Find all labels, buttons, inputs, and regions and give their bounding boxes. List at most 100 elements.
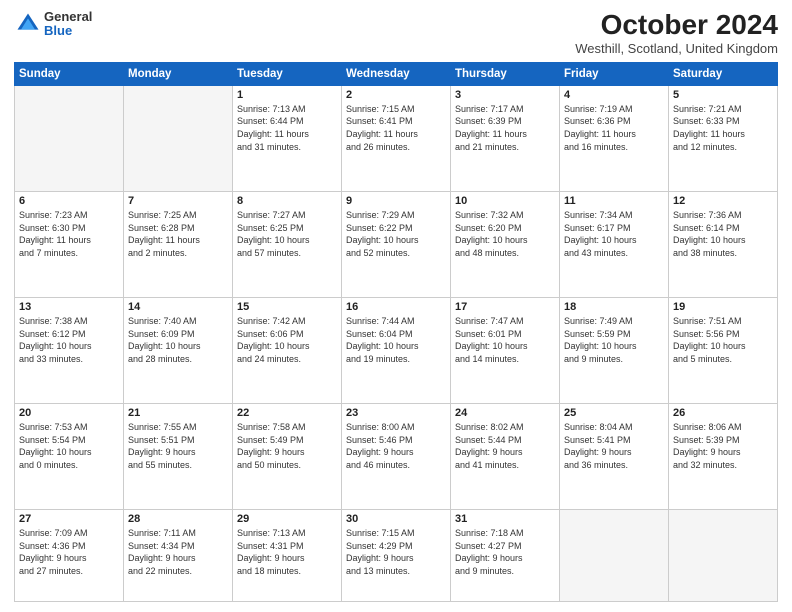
calendar-cell-w3-d5: 17Sunrise: 7:47 AMSunset: 6:01 PMDayligh… <box>451 298 560 404</box>
day-detail: Sunrise: 7:36 AMSunset: 6:14 PMDaylight:… <box>673 209 773 259</box>
calendar-cell-w4-d2: 21Sunrise: 7:55 AMSunset: 5:51 PMDayligh… <box>124 404 233 510</box>
calendar-table: Sunday Monday Tuesday Wednesday Thursday… <box>14 62 778 602</box>
header-thursday: Thursday <box>451 62 560 85</box>
day-number: 25 <box>564 407 664 419</box>
header-tuesday: Tuesday <box>233 62 342 85</box>
day-detail: Sunrise: 7:27 AMSunset: 6:25 PMDaylight:… <box>237 209 337 259</box>
day-detail: Sunrise: 8:04 AMSunset: 5:41 PMDaylight:… <box>564 421 664 471</box>
day-detail: Sunrise: 7:18 AMSunset: 4:27 PMDaylight:… <box>455 527 555 577</box>
page: General Blue October 2024 Westhill, Scot… <box>0 0 792 612</box>
calendar-cell-w1-d2 <box>124 85 233 191</box>
day-number: 26 <box>673 407 773 419</box>
day-number: 10 <box>455 195 555 207</box>
day-number: 28 <box>128 513 228 525</box>
calendar-cell-w2-d7: 12 Sunrise: 7:36 AMSunset: 6:14 PMDayligh… <box>669 191 778 297</box>
calendar-cell-w4-d3: 22 Sunrise: 7:58 AMSunset: 5:49 PMDayligh… <box>233 404 342 510</box>
day-number: 8 <box>237 195 337 207</box>
day-detail: Sunrise: 7:53 AMSunset: 5:54 PMDaylight:… <box>19 421 119 471</box>
calendar-cell-w5-d2: 28Sunrise: 7:11 AMSunset: 4:34 PMDayligh… <box>124 510 233 602</box>
calendar-week-1: 1 Sunrise: 7:13 AMSunset: 6:44 PMDaylight… <box>15 85 778 191</box>
day-number: 18 <box>564 301 664 313</box>
logo-general: General <box>44 10 92 24</box>
day-detail: Sunrise: 7:47 AMSunset: 6:01 PMDaylight:… <box>455 315 555 365</box>
calendar-cell-w3-d2: 14 Sunrise: 7:40 AMSunset: 6:09 PMDayligh… <box>124 298 233 404</box>
logo-text: General Blue <box>44 10 92 39</box>
logo-icon <box>14 10 42 38</box>
day-detail: Sunrise: 7:38 AMSunset: 6:12 PMDaylight:… <box>19 315 119 365</box>
calendar-cell-w3-d1: 13 Sunrise: 7:38 AMSunset: 6:12 PMDayligh… <box>15 298 124 404</box>
day-detail: Sunrise: 7:58 AMSunset: 5:49 PMDaylight:… <box>237 421 337 471</box>
calendar-cell-w1-d6: 4 Sunrise: 7:19 AMSunset: 6:36 PMDaylight… <box>560 85 669 191</box>
calendar-cell-w2-d4: 9Sunrise: 7:29 AMSunset: 6:22 PMDaylight… <box>342 191 451 297</box>
day-detail: Sunrise: 7:25 AMSunset: 6:28 PMDaylight:… <box>128 209 228 259</box>
calendar-week-2: 6Sunrise: 7:23 AMSunset: 6:30 PMDaylight… <box>15 191 778 297</box>
day-number: 30 <box>346 513 446 525</box>
calendar-cell-w2-d1: 6Sunrise: 7:23 AMSunset: 6:30 PMDaylight… <box>15 191 124 297</box>
calendar-cell-w4-d6: 25 Sunrise: 8:04 AMSunset: 5:41 PMDayligh… <box>560 404 669 510</box>
day-number: 11 <box>564 195 664 207</box>
calendar-cell-w4-d5: 24 Sunrise: 8:02 AMSunset: 5:44 PMDayligh… <box>451 404 560 510</box>
calendar-cell-w2-d2: 7Sunrise: 7:25 AMSunset: 6:28 PMDaylight… <box>124 191 233 297</box>
header: General Blue October 2024 Westhill, Scot… <box>14 10 778 56</box>
day-number: 4 <box>564 89 664 101</box>
day-detail: Sunrise: 7:55 AMSunset: 5:51 PMDaylight:… <box>128 421 228 471</box>
day-number: 31 <box>455 513 555 525</box>
day-detail: Sunrise: 7:32 AMSunset: 6:20 PMDaylight:… <box>455 209 555 259</box>
day-number: 24 <box>455 407 555 419</box>
header-monday: Monday <box>124 62 233 85</box>
day-detail: Sunrise: 7:15 AMSunset: 4:29 PMDaylight:… <box>346 527 446 577</box>
header-saturday: Saturday <box>669 62 778 85</box>
day-detail: Sunrise: 7:21 AMSunset: 6:33 PMDaylight:… <box>673 103 773 153</box>
day-number: 13 <box>19 301 119 313</box>
header-friday: Friday <box>560 62 669 85</box>
calendar-week-3: 13 Sunrise: 7:38 AMSunset: 6:12 PMDayligh… <box>15 298 778 404</box>
calendar-cell-w3-d3: 15 Sunrise: 7:42 AMSunset: 6:06 PMDayligh… <box>233 298 342 404</box>
calendar-header-row: Sunday Monday Tuesday Wednesday Thursday… <box>15 62 778 85</box>
main-title: October 2024 <box>575 10 778 41</box>
calendar-cell-w2-d3: 8 Sunrise: 7:27 AMSunset: 6:25 PMDaylight… <box>233 191 342 297</box>
day-number: 3 <box>455 89 555 101</box>
day-detail: Sunrise: 7:51 AMSunset: 5:56 PMDaylight:… <box>673 315 773 365</box>
day-number: 22 <box>237 407 337 419</box>
title-block: October 2024 Westhill, Scotland, United … <box>575 10 778 56</box>
logo-blue: Blue <box>44 24 92 38</box>
day-number: 29 <box>237 513 337 525</box>
day-number: 12 <box>673 195 773 207</box>
calendar-cell-w5-d7 <box>669 510 778 602</box>
day-detail: Sunrise: 7:40 AMSunset: 6:09 PMDaylight:… <box>128 315 228 365</box>
day-detail: Sunrise: 7:42 AMSunset: 6:06 PMDaylight:… <box>237 315 337 365</box>
day-detail: Sunrise: 8:02 AMSunset: 5:44 PMDaylight:… <box>455 421 555 471</box>
calendar-cell-w1-d4: 2Sunrise: 7:15 AMSunset: 6:41 PMDaylight… <box>342 85 451 191</box>
day-detail: Sunrise: 8:06 AMSunset: 5:39 PMDaylight:… <box>673 421 773 471</box>
header-wednesday: Wednesday <box>342 62 451 85</box>
subtitle: Westhill, Scotland, United Kingdom <box>575 41 778 56</box>
day-detail: Sunrise: 7:23 AMSunset: 6:30 PMDaylight:… <box>19 209 119 259</box>
day-number: 5 <box>673 89 773 101</box>
day-number: 14 <box>128 301 228 313</box>
calendar-cell-w2-d5: 10 Sunrise: 7:32 AMSunset: 6:20 PMDayligh… <box>451 191 560 297</box>
calendar-cell-w1-d7: 5 Sunrise: 7:21 AMSunset: 6:33 PMDaylight… <box>669 85 778 191</box>
calendar-cell-w4-d7: 26 Sunrise: 8:06 AMSunset: 5:39 PMDayligh… <box>669 404 778 510</box>
calendar-cell-w5-d3: 29Sunrise: 7:13 AMSunset: 4:31 PMDayligh… <box>233 510 342 602</box>
calendar-week-5: 27Sunrise: 7:09 AMSunset: 4:36 PMDayligh… <box>15 510 778 602</box>
calendar-cell-w1-d3: 1 Sunrise: 7:13 AMSunset: 6:44 PMDaylight… <box>233 85 342 191</box>
day-detail: Sunrise: 7:19 AMSunset: 6:36 PMDaylight:… <box>564 103 664 153</box>
calendar-cell-w2-d6: 11 Sunrise: 7:34 AMSunset: 6:17 PMDayligh… <box>560 191 669 297</box>
calendar-cell-w3-d4: 16Sunrise: 7:44 AMSunset: 6:04 PMDayligh… <box>342 298 451 404</box>
calendar-cell-w1-d5: 3 Sunrise: 7:17 AMSunset: 6:39 PMDaylight… <box>451 85 560 191</box>
calendar-cell-w1-d1 <box>15 85 124 191</box>
day-detail: Sunrise: 7:09 AMSunset: 4:36 PMDaylight:… <box>19 527 119 577</box>
day-number: 2 <box>346 89 446 101</box>
calendar-cell-w5-d5: 31 Sunrise: 7:18 AMSunset: 4:27 PMDayligh… <box>451 510 560 602</box>
day-number: 9 <box>346 195 446 207</box>
logo: General Blue <box>14 10 92 39</box>
day-detail: Sunrise: 7:13 AMSunset: 6:44 PMDaylight:… <box>237 103 337 153</box>
calendar-cell-w5-d4: 30 Sunrise: 7:15 AMSunset: 4:29 PMDayligh… <box>342 510 451 602</box>
calendar-cell-w3-d6: 18 Sunrise: 7:49 AMSunset: 5:59 PMDayligh… <box>560 298 669 404</box>
day-detail: Sunrise: 7:17 AMSunset: 6:39 PMDaylight:… <box>455 103 555 153</box>
day-detail: Sunrise: 7:49 AMSunset: 5:59 PMDaylight:… <box>564 315 664 365</box>
day-number: 1 <box>237 89 337 101</box>
day-number: 15 <box>237 301 337 313</box>
day-detail: Sunrise: 7:34 AMSunset: 6:17 PMDaylight:… <box>564 209 664 259</box>
calendar-cell-w5-d6 <box>560 510 669 602</box>
